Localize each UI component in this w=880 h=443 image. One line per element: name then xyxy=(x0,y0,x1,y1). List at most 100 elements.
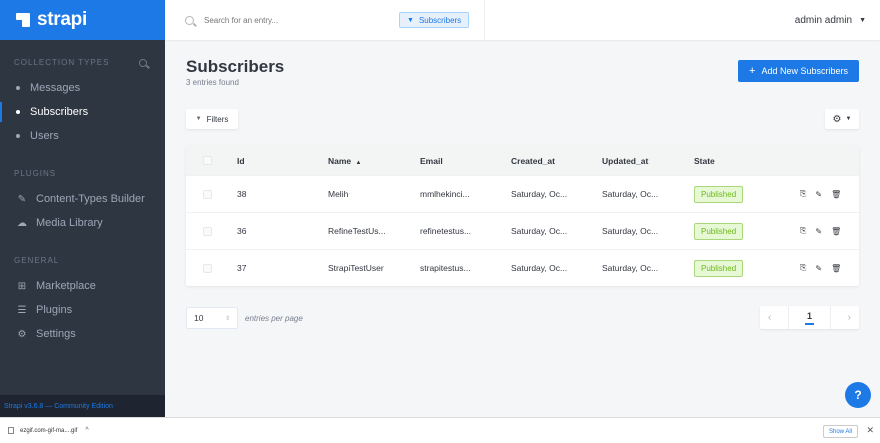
gear-icon: ⚙ xyxy=(832,113,842,125)
search-bar: ▼ Subscribers xyxy=(165,0,485,40)
entries-table: Id Name ▲ Email Created_at Updated_at St… xyxy=(186,146,859,286)
strapi-logo-icon xyxy=(16,13,32,27)
cell-created-at: Saturday, Oc... xyxy=(511,263,568,273)
list-icon: ☰ xyxy=(17,304,27,316)
column-header-email[interactable]: Email xyxy=(420,156,511,166)
filter-icon: ▼ xyxy=(407,16,414,24)
row-checkbox[interactable] xyxy=(203,189,212,199)
cell-email: strapitestus... xyxy=(420,263,471,273)
user-name: admin admin xyxy=(794,14,853,26)
version-footer[interactable]: Strapi v3.6.8 — Community Edition xyxy=(0,395,165,417)
help-button[interactable]: ? xyxy=(845,382,871,408)
table-row[interactable]: 36 RefineTestUs... refinetestus... Satur… xyxy=(186,212,859,249)
status-badge: Published xyxy=(694,222,744,240)
plus-icon: + xyxy=(749,65,756,77)
chevron-updown-icon: ⇕ xyxy=(224,315,230,322)
add-new-subscriber-button[interactable]: + Add New Subscribers xyxy=(738,60,859,82)
bullet-icon xyxy=(16,134,20,138)
sidebar-item-subscribers[interactable]: Subscribers xyxy=(0,100,165,124)
row-checkbox[interactable] xyxy=(203,226,212,236)
brand-name: strapi xyxy=(37,9,87,30)
plugins-heading: PLUGINS xyxy=(14,169,57,178)
cell-name: StrapiTestUser xyxy=(328,263,384,273)
cloud-upload-icon: ☁ xyxy=(17,217,27,229)
row-actions: ⎘ ✎ 🗑 xyxy=(794,263,859,273)
file-icon xyxy=(8,427,14,434)
per-page-select[interactable]: 10 ⇕ xyxy=(186,307,238,329)
general-heading: GENERAL xyxy=(14,256,60,265)
chevron-down-icon: ▼ xyxy=(859,16,866,24)
column-header-created-at[interactable]: Created_at xyxy=(511,156,602,166)
list-settings-button[interactable]: ⚙ ▼ xyxy=(825,109,859,129)
trash-icon[interactable]: 🗑 xyxy=(831,227,841,236)
sort-asc-icon: ▲ xyxy=(355,159,362,166)
column-header-updated-at[interactable]: Updated_at xyxy=(602,156,694,166)
table-row[interactable]: 38 Melih mmlhekinci... Saturday, Oc... S… xyxy=(186,175,859,212)
gear-icon: ⚙ xyxy=(17,328,27,340)
content-type-tag[interactable]: ▼ Subscribers xyxy=(399,12,470,28)
duplicate-icon[interactable]: ⎘ xyxy=(800,226,806,236)
chevron-left-icon[interactable]: ‹ xyxy=(768,312,771,323)
show-all-button[interactable]: Show All xyxy=(822,425,858,438)
close-icon[interactable]: ✕ xyxy=(866,425,874,436)
cell-name: Melih xyxy=(328,189,349,199)
per-page-label: entries per page xyxy=(245,314,303,323)
edit-icon[interactable]: ✎ xyxy=(815,264,822,273)
top-header: ▼ Subscribers admin admin ▼ xyxy=(165,0,880,40)
chevron-right-icon[interactable]: › xyxy=(848,312,851,323)
search-icon[interactable] xyxy=(139,58,147,67)
table-row[interactable]: 37 StrapiTestUser strapitestus... Saturd… xyxy=(186,249,859,286)
filters-button[interactable]: ▼ Filters xyxy=(186,109,238,129)
cell-created-at: Saturday, Oc... xyxy=(511,226,568,236)
cell-updated-at: Saturday, Oc... xyxy=(602,189,659,199)
edit-icon[interactable]: ✎ xyxy=(815,190,822,199)
cell-name: RefineTestUs... xyxy=(328,226,386,236)
cell-updated-at: Saturday, Oc... xyxy=(602,226,659,236)
page-title: Subscribers xyxy=(186,57,285,76)
column-header-id[interactable]: Id xyxy=(237,156,328,166)
bullet-icon xyxy=(16,110,20,114)
column-header-state[interactable]: State xyxy=(694,156,794,166)
edit-icon[interactable]: ✎ xyxy=(815,227,822,236)
collection-types-heading: COLLECTION TYPES xyxy=(0,58,165,67)
pagination: ‹ 1 › xyxy=(760,306,859,329)
sidebar-item-messages[interactable]: Messages xyxy=(0,76,165,100)
sidebar-item-users[interactable]: Users xyxy=(0,124,165,148)
row-actions: ⎘ ✎ 🗑 xyxy=(794,189,859,199)
sidebar-item-plugins[interactable]: ☰ Plugins xyxy=(0,298,165,322)
sidebar-item-marketplace[interactable]: ⊞ Marketplace xyxy=(0,274,165,298)
trash-icon[interactable]: 🗑 xyxy=(831,190,841,199)
table-header: Id Name ▲ Email Created_at Updated_at St… xyxy=(186,146,859,175)
filter-icon: ▼ xyxy=(195,116,202,122)
chevron-up-icon[interactable]: ^ xyxy=(85,427,88,434)
status-badge: Published xyxy=(694,185,744,203)
sidebar-item-content-types-builder[interactable]: ✎ Content-Types Builder xyxy=(0,187,165,211)
chevron-down-icon: ▼ xyxy=(845,116,852,122)
cell-id: 37 xyxy=(237,263,247,273)
brand-logo[interactable]: strapi xyxy=(0,0,165,40)
sidebar-item-settings[interactable]: ⚙ Settings xyxy=(0,322,165,346)
page-number[interactable]: 1 xyxy=(804,311,814,325)
row-actions: ⎘ ✎ 🗑 xyxy=(794,226,859,236)
user-menu[interactable]: admin admin ▼ xyxy=(795,0,866,40)
shopping-basket-icon: ⊞ xyxy=(17,280,27,292)
column-header-name[interactable]: Name ▲ xyxy=(328,156,420,166)
sidebar: strapi COLLECTION TYPES Messages Subscri… xyxy=(0,0,165,417)
cell-id: 38 xyxy=(237,189,247,199)
cell-updated-at: Saturday, Oc... xyxy=(602,263,659,273)
cell-email: mmlhekinci... xyxy=(420,189,470,199)
row-checkbox[interactable] xyxy=(203,263,212,273)
download-item[interactable]: ezgif.com-gif-ma....gif ^ xyxy=(0,427,89,434)
trash-icon[interactable]: 🗑 xyxy=(831,264,841,273)
duplicate-icon[interactable]: ⎘ xyxy=(800,189,806,199)
download-bar: ezgif.com-gif-ma....gif ^ Show All ✕ xyxy=(0,417,880,443)
paintbrush-icon: ✎ xyxy=(17,193,27,205)
search-icon xyxy=(185,15,194,25)
cell-created-at: Saturday, Oc... xyxy=(511,189,568,199)
select-all-checkbox[interactable] xyxy=(203,156,212,165)
cell-email: refinetestus... xyxy=(420,226,472,236)
sidebar-item-media-library[interactable]: ☁ Media Library xyxy=(0,211,165,235)
cell-id: 36 xyxy=(237,226,247,236)
duplicate-icon[interactable]: ⎘ xyxy=(800,263,806,273)
search-input[interactable] xyxy=(204,15,374,25)
